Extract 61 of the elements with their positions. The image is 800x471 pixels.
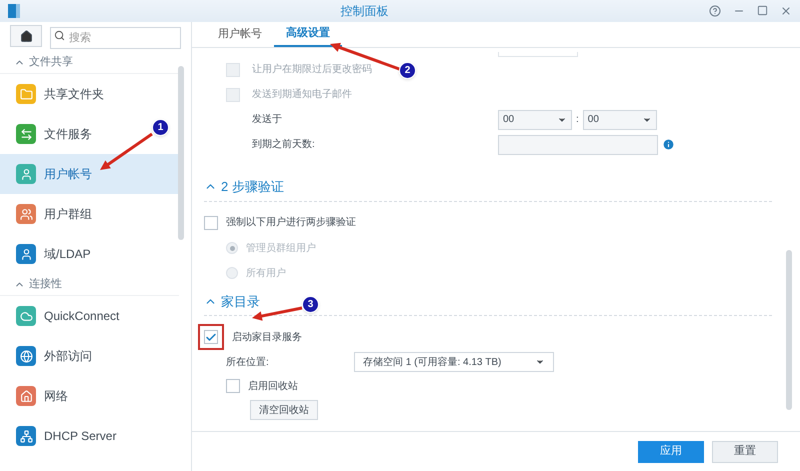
cloud-icon: [16, 306, 36, 326]
sidebar-item[interactable]: 外部访问: [0, 336, 108, 376]
action-button[interactable]: 重置: [712, 440, 778, 462]
house-icon: [16, 386, 36, 406]
option-label: 启动家目录服务: [232, 330, 302, 344]
search-field[interactable]: 搜索: [50, 27, 181, 49]
scrollbar[interactable]: [178, 66, 184, 240]
input-field[interactable]: [498, 134, 658, 154]
home-icon: [20, 30, 32, 42]
option-label: 所有用户: [246, 266, 286, 280]
option-label: 强制以下用户进行两步骤验证: [226, 216, 356, 230]
sidebar-item[interactable]: 用户帐号: [0, 154, 179, 194]
maximize-icon[interactable]: [757, 5, 768, 16]
field-label: 所在位置:: [226, 356, 270, 370]
sidebar-item[interactable]: 共享文件夹: [0, 74, 120, 114]
tab[interactable]: 用户帐号: [206, 22, 274, 47]
checkbox[interactable]: [204, 330, 218, 344]
folder-icon: [16, 84, 36, 104]
field-label: 发送于: [252, 113, 283, 127]
close-icon[interactable]: [780, 5, 792, 17]
number-badge: 1: [152, 119, 169, 136]
info-icon[interactable]: [662, 138, 675, 151]
sidebar-item[interactable]: QuickConnect: [0, 296, 136, 336]
arrow-drawing: [252, 306, 302, 321]
group-label: 连接性: [29, 276, 62, 292]
people-icon: [16, 204, 36, 224]
person-icon: [16, 164, 36, 184]
arrows-icon: [16, 124, 36, 144]
globe-icon: [16, 346, 36, 366]
sidebar-item[interactable]: 域/LDAP: [0, 234, 107, 274]
help-icon[interactable]: [709, 5, 721, 17]
section-title: 家目录: [221, 292, 260, 310]
number-badge: 2: [399, 62, 416, 79]
scrollbar[interactable]: [786, 250, 792, 410]
app-icon: [8, 4, 20, 18]
empty-recycle-button[interactable]: 清空回收站: [250, 400, 318, 420]
sidebar-item[interactable]: DHCP Server: [0, 416, 132, 456]
option-label: 管理员群组用户: [246, 242, 316, 256]
option-label: 发送到期通知电子邮件: [252, 88, 352, 102]
location-select[interactable]: 存储空间 1 (可用容量: 4.13 TB): [354, 352, 554, 372]
sidebar-item[interactable]: 用户群组: [0, 194, 108, 234]
field-label: 到期之前天数:: [252, 138, 316, 152]
minute-select[interactable]: 00: [582, 110, 657, 130]
time-separator: :: [575, 113, 580, 127]
group-label: 文件共享: [29, 54, 73, 70]
hour-select[interactable]: 00: [498, 110, 572, 130]
checkbox[interactable]: [204, 216, 218, 230]
option-label: 启用回收站: [248, 380, 298, 394]
section-title: 2 步骤验证: [221, 178, 284, 196]
arrow-drawing: [100, 132, 153, 170]
action-button[interactable]: 应用: [638, 440, 704, 462]
home-button[interactable]: [10, 25, 42, 47]
window-title: 控制面板: [340, 3, 390, 20]
option-label: 让用户在期限过后更改密码: [252, 62, 372, 77]
search-icon: [54, 30, 65, 41]
sidebar-item[interactable]: 文件服务: [0, 114, 108, 154]
input-field[interactable]: [498, 52, 578, 57]
sidebar-item[interactable]: 网络: [0, 376, 84, 416]
number-badge: 3: [302, 296, 319, 313]
checkbox[interactable]: [226, 379, 240, 393]
network-icon: [16, 426, 36, 446]
